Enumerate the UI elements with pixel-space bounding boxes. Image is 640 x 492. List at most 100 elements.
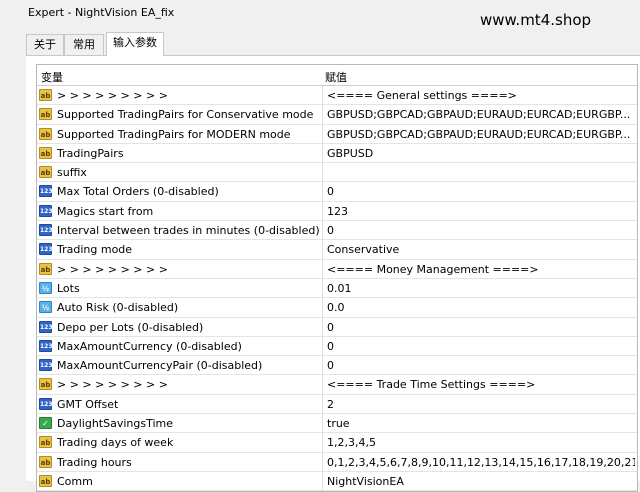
column-header-value[interactable]: 赋值 <box>325 69 347 85</box>
param-value-cell[interactable]: 1,2,3,4,5 <box>323 433 635 451</box>
tab-about[interactable]: 关于 <box>26 34 64 55</box>
param-value-cell[interactable]: GBPUSD;GBPCAD;GBPAUD;EURAUD;EURCAD;EURGB… <box>323 105 635 123</box>
param-name-cell[interactable]: ab > > > > > > > > > <box>37 375 323 394</box>
table-row[interactable]: 123 Interval between trades in minutes (0… <box>37 221 637 241</box>
table-row[interactable]: ab Supported TradingPairs for MODERN mode… <box>37 124 637 144</box>
grid-body: ab > > > > > > > > > <==== General setting… <box>37 86 637 492</box>
table-row[interactable]: 123 Magics start from 123 <box>37 201 637 222</box>
param-name-cell[interactable]: ab TradingPairs <box>37 143 323 163</box>
param-name-cell[interactable]: 123 MaxAmountCurrency (0-disabled) <box>37 336 323 356</box>
param-value-cell[interactable]: 0 <box>323 337 635 355</box>
param-name-cell[interactable]: ab Comm <box>37 471 323 491</box>
table-row[interactable]: ab Supported TradingPairs for Conservativ… <box>37 105 637 125</box>
param-value: true <box>327 417 350 431</box>
table-row[interactable]: ab > > > > > > > > > <==== Trade Time Sett… <box>37 375 637 395</box>
title-bar: Expert - NightVision EA_fix www.mt4.shop <box>0 0 640 30</box>
integer-type-icon: 123 <box>39 243 53 256</box>
param-value-cell[interactable]: 0.0 <box>323 298 635 316</box>
param-name-cell[interactable]: ab > > > > > > > > > <box>37 86 323 105</box>
param-value-cell[interactable]: Conservative <box>323 240 635 258</box>
param-value-cell[interactable]: <==== Trade Time Settings ====> <box>323 375 635 393</box>
integer-type-icon: 123 <box>39 359 53 372</box>
table-row[interactable]: 123 MaxAmountCurrency (0-disabled) 0 <box>37 336 637 357</box>
param-value: <==== General settings ====> <box>327 89 517 102</box>
param-value-cell[interactable]: <==== Money Management ====> <box>323 260 635 278</box>
param-name-cell[interactable]: 123 GMT Offset <box>37 394 323 414</box>
param-value-cell[interactable]: <==== General settings ====> <box>323 86 635 104</box>
param-name-cell[interactable]: 123 Magics start from <box>37 201 323 221</box>
integer-type-icon: 123 <box>39 185 53 198</box>
param-name-cell[interactable]: 123 Max Total Orders (0-disabled) <box>37 182 323 201</box>
string-type-icon: ab <box>39 262 52 275</box>
param-name-cell[interactable]: 123 Depo per Lots (0-disabled) <box>37 317 323 336</box>
param-name: > > > > > > > > > <box>57 378 168 392</box>
param-value-cell[interactable]: 2 <box>323 395 635 413</box>
table-row[interactable]: 123 GMT Offset 2 <box>37 394 637 415</box>
param-value-cell[interactable]: GBPUSD <box>323 144 635 162</box>
string-type-icon: ab <box>39 108 52 121</box>
table-row[interactable]: ½ Lots 0.01 <box>37 278 637 299</box>
param-name: Lots <box>57 281 80 295</box>
string-type-icon: ab <box>39 378 52 391</box>
param-name: Max Total Orders (0-disabled) <box>57 185 219 199</box>
table-row[interactable]: ab > > > > > > > > > <==== General setting… <box>37 86 637 106</box>
param-value-cell[interactable]: 0 <box>323 318 635 336</box>
param-name-cell[interactable]: 123 Trading mode <box>37 240 323 259</box>
param-name-cell[interactable]: ab Trading days of week <box>37 433 323 452</box>
param-name: Comm <box>57 474 93 488</box>
table-row[interactable]: 123 Max Total Orders (0-disabled) 0 <box>37 182 637 202</box>
param-value: 0 <box>327 224 334 238</box>
param-name: Trading mode <box>57 243 133 257</box>
watermark: www.mt4.shop <box>480 11 592 29</box>
param-value: GBPUSD;GBPCAD;GBPAUD;EURAUD;EURCAD;EURGB… <box>327 108 631 122</box>
table-row[interactable]: 123 MaxAmountCurrencyPair (0-disabled) 0 <box>37 356 637 376</box>
param-value-cell[interactable]: 0 <box>323 356 635 374</box>
param-name: Auto Risk (0-disabled) <box>57 301 179 315</box>
param-name-cell[interactable]: 123 MaxAmountCurrencyPair (0-disabled) <box>37 356 323 375</box>
boolean-type-icon: ✓ <box>39 417 52 430</box>
param-name-cell[interactable]: ab Supported TradingPairs for MODERN mode <box>37 124 323 143</box>
table-row[interactable]: ab Trading hours 0,1,2,3,4,5,6,7,8,9,10,11… <box>37 452 637 472</box>
param-name-cell[interactable]: ab suffix <box>37 163 323 182</box>
table-row[interactable]: ab > > > > > > > > > <==== Money Managemen… <box>37 259 637 279</box>
param-value: 0 <box>327 320 334 334</box>
param-name-cell[interactable]: ½ Auto Risk (0-disabled) <box>37 298 323 317</box>
param-name-cell[interactable]: ab Supported TradingPairs for Conservativ… <box>37 105 323 124</box>
table-row[interactable]: ab TradingPairs GBPUSD <box>37 143 637 164</box>
table-row[interactable]: ½ Auto Risk (0-disabled) 0.0 <box>37 298 637 318</box>
integer-type-icon: 123 <box>39 397 53 410</box>
param-value-cell[interactable]: 0,1,2,3,4,5,6,7,8,9,10,11,12,13,14,15,16… <box>323 453 635 471</box>
param-name-cell[interactable]: ab Trading hours <box>37 452 323 471</box>
param-value-cell[interactable]: NightVisionEA <box>323 472 635 490</box>
param-name: GMT Offset <box>57 397 119 411</box>
param-value-cell[interactable]: 0.01 <box>323 279 635 297</box>
param-value: 0.01 <box>327 281 352 295</box>
param-name-cell[interactable]: ab > > > > > > > > > <box>37 259 323 278</box>
param-value-cell[interactable]: 123 <box>323 202 635 220</box>
param-value-cell[interactable] <box>323 163 635 181</box>
param-value: <==== Money Management ====> <box>327 262 539 276</box>
param-name: TradingPairs <box>57 146 124 160</box>
table-row[interactable]: 123 Trading mode Conservative <box>37 240 637 260</box>
table-row[interactable]: 123 Depo per Lots (0-disabled) 0 <box>37 317 637 337</box>
param-value-cell[interactable]: GBPUSD;GBPCAD;GBPAUD;EURAUD;EURCAD;EURGB… <box>323 125 635 143</box>
param-value: 0,1,2,3,4,5,6,7,8,9,10,11,12,13,14,15,16… <box>327 455 635 469</box>
tab-common[interactable]: 常用 <box>64 34 104 55</box>
table-row[interactable]: ab Comm NightVisionEA <box>37 471 637 492</box>
window-title: Expert - NightVision EA_fix <box>28 6 175 19</box>
param-value-cell[interactable]: 0 <box>323 221 635 239</box>
param-value: 2 <box>327 397 334 411</box>
table-row[interactable]: ✓ DaylightSavingsTime true <box>37 414 637 434</box>
param-name: Trading days of week <box>57 436 174 450</box>
table-row[interactable]: ab suffix <box>37 163 637 183</box>
column-header-variable[interactable]: 变量 <box>41 69 63 85</box>
tab-inputs[interactable]: 输入参数 <box>106 32 164 56</box>
param-name-cell[interactable]: ½ Lots <box>37 278 323 298</box>
table-row[interactable]: ab Trading days of week 1,2,3,4,5 <box>37 433 637 453</box>
param-name-cell[interactable]: ✓ DaylightSavingsTime <box>37 414 323 433</box>
integer-type-icon: 123 <box>39 224 53 237</box>
param-name-cell[interactable]: 123 Interval between trades in minutes (0… <box>37 221 323 240</box>
integer-type-icon: 123 <box>39 204 53 217</box>
param-value-cell[interactable]: true <box>323 414 635 432</box>
param-value-cell[interactable]: 0 <box>323 182 635 200</box>
